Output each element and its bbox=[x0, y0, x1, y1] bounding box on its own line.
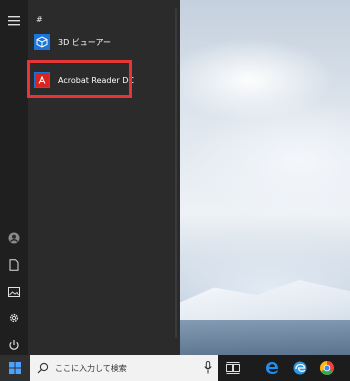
chrome-button[interactable] bbox=[314, 355, 340, 381]
wallpaper-water bbox=[180, 320, 350, 355]
section-header-hash[interactable]: # bbox=[36, 15, 43, 24]
edge-legacy-icon bbox=[266, 362, 278, 374]
3d-viewer-icon bbox=[36, 36, 48, 48]
edge-legacy-button[interactable] bbox=[259, 355, 285, 381]
user-icon bbox=[8, 232, 20, 244]
search-icon bbox=[37, 362, 49, 374]
search-box[interactable]: ここに入力して検索 bbox=[30, 355, 218, 381]
windows-logo-icon bbox=[9, 362, 21, 374]
3d-viewer-tile bbox=[34, 34, 50, 50]
app-list[interactable]: # 3D ビューアー Acrobat Reader DC bbox=[28, 0, 180, 355]
documents-button[interactable] bbox=[0, 252, 28, 278]
search-placeholder: ここに入力して検索 bbox=[55, 363, 127, 373]
app-label-3d-viewer: 3D ビューアー bbox=[58, 37, 111, 47]
highlight-box bbox=[27, 60, 132, 98]
microphone-icon[interactable] bbox=[204, 361, 212, 374]
settings-icon bbox=[9, 313, 19, 323]
pictures-icon bbox=[8, 287, 20, 297]
chrome-icon bbox=[320, 361, 334, 375]
app-item-3d-viewer[interactable]: 3D ビューアー bbox=[34, 31, 166, 53]
task-view-button[interactable] bbox=[220, 355, 246, 381]
document-icon bbox=[9, 259, 19, 271]
power-icon bbox=[9, 340, 19, 350]
taskbar: ここに入力して検索 bbox=[0, 355, 350, 381]
app-list-scrollbar[interactable] bbox=[175, 8, 177, 338]
settings-button[interactable] bbox=[0, 305, 28, 331]
edge-button[interactable] bbox=[287, 355, 313, 381]
pictures-button[interactable] bbox=[0, 279, 28, 305]
hamburger-icon bbox=[8, 16, 20, 26]
start-rail bbox=[0, 0, 28, 355]
edge-icon bbox=[293, 361, 307, 375]
start-button[interactable] bbox=[0, 355, 30, 381]
hamburger-button[interactable] bbox=[0, 8, 28, 34]
start-menu: # 3D ビューアー Acrobat Reader DC bbox=[0, 0, 180, 355]
task-view-icon bbox=[226, 362, 240, 374]
user-button[interactable] bbox=[0, 225, 28, 251]
